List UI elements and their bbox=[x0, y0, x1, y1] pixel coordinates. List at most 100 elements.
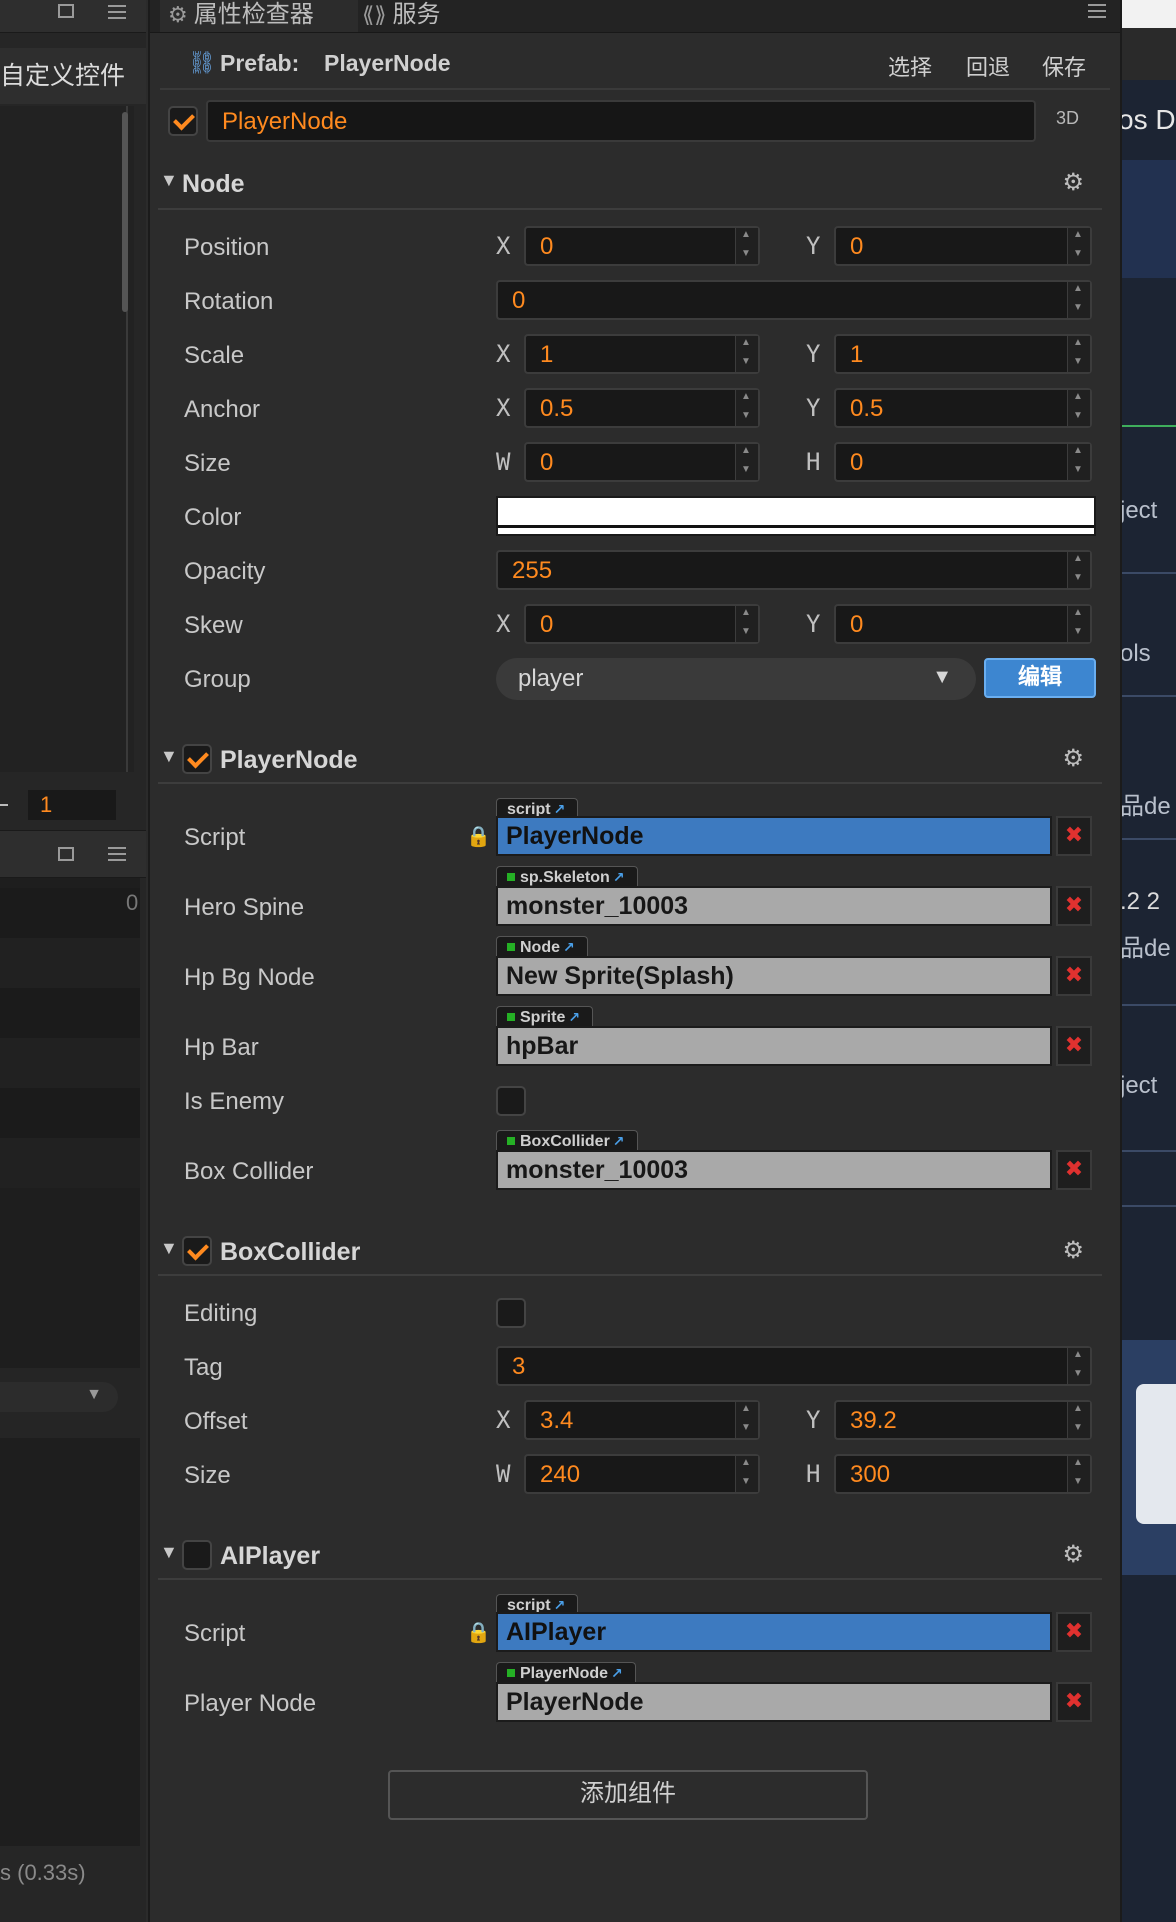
rotation-input[interactable]: 0 bbox=[496, 280, 1092, 320]
script-field[interactable]: PlayerNode bbox=[496, 816, 1052, 856]
scale-y-input[interactable]: 1 bbox=[834, 334, 1092, 374]
list-item[interactable] bbox=[0, 1088, 140, 1138]
external-link-icon[interactable]: ↗ bbox=[554, 1597, 566, 1613]
spinner[interactable] bbox=[1067, 282, 1090, 318]
prefab-revert-button[interactable]: 回退 bbox=[966, 50, 1010, 82]
remove-button[interactable]: ✖ bbox=[1056, 1026, 1092, 1066]
tag-input[interactable]: 3 bbox=[496, 1346, 1092, 1386]
3d-toggle[interactable]: 3D bbox=[1056, 108, 1079, 129]
window-icon[interactable] bbox=[58, 847, 74, 861]
menu-icon[interactable] bbox=[1088, 4, 1106, 18]
collapse-triangle-icon[interactable]: ▼ bbox=[160, 746, 178, 767]
spinner[interactable] bbox=[735, 390, 758, 426]
anchor-y-input[interactable]: 0.5 bbox=[834, 388, 1092, 428]
spinner[interactable] bbox=[1067, 228, 1090, 264]
remove-button[interactable]: ✖ bbox=[1056, 1150, 1092, 1190]
playernode-section-header[interactable]: ▼ PlayerNode ⚙ bbox=[160, 744, 1094, 786]
node-name-input[interactable]: PlayerNode bbox=[206, 100, 1036, 142]
spinner[interactable] bbox=[1067, 390, 1090, 426]
tab-inspector[interactable]: ⚙ 属性检查器 bbox=[160, 0, 358, 32]
spinner[interactable] bbox=[735, 444, 758, 480]
list-item[interactable] bbox=[0, 888, 140, 938]
menu-icon[interactable] bbox=[108, 5, 126, 19]
spinner[interactable] bbox=[735, 336, 758, 372]
left-dropdown[interactable]: ▼ bbox=[0, 1382, 118, 1412]
time-label: s (0.33s) bbox=[0, 1860, 86, 1885]
hp-bar-field[interactable]: hpBar bbox=[496, 1026, 1052, 1066]
gear-icon[interactable]: ⚙ bbox=[1062, 744, 1084, 773]
remove-button[interactable]: ✖ bbox=[1056, 886, 1092, 926]
opacity-input[interactable]: 255 bbox=[496, 550, 1092, 590]
remove-button[interactable]: ✖ bbox=[1056, 816, 1092, 856]
anchor-x-input[interactable]: 0.5 bbox=[524, 388, 760, 428]
boxcollider-section-header[interactable]: ▼ BoxCollider ⚙ bbox=[160, 1236, 1094, 1278]
prefab-select-button[interactable]: 选择 bbox=[888, 50, 932, 82]
prefab-save-button[interactable]: 保存 bbox=[1042, 50, 1086, 82]
aiplayer-enable-checkbox[interactable] bbox=[182, 1540, 212, 1570]
offset-x-input[interactable]: 3.4 bbox=[524, 1400, 760, 1440]
external-link-icon[interactable]: ↗ bbox=[563, 939, 575, 955]
group-select[interactable]: player ▼ bbox=[496, 658, 976, 700]
playernode-enable-checkbox[interactable] bbox=[182, 744, 212, 774]
external-link-icon[interactable]: ↗ bbox=[568, 1009, 580, 1025]
spinner[interactable] bbox=[735, 1456, 758, 1492]
size-h-input[interactable]: 0 bbox=[834, 442, 1092, 482]
group-edit-button[interactable]: 编辑 bbox=[984, 658, 1096, 698]
aiplayer-section-header[interactable]: ▼ AIPlayer ⚙ bbox=[160, 1540, 1094, 1582]
list-item[interactable] bbox=[0, 988, 140, 1038]
collider-size-h-input[interactable]: 300 bbox=[834, 1454, 1092, 1494]
list-item[interactable] bbox=[0, 1038, 140, 1088]
scale-x-input[interactable]: 1 bbox=[524, 334, 760, 374]
remove-button[interactable]: ✖ bbox=[1056, 1682, 1092, 1722]
position-x-input[interactable]: 0 bbox=[524, 226, 760, 266]
gear-icon[interactable]: ⚙ bbox=[1062, 168, 1084, 197]
collider-size-w-input[interactable]: 240 bbox=[524, 1454, 760, 1494]
value-field[interactable]: 1 bbox=[28, 790, 116, 820]
box-collider-field[interactable]: monster_10003 bbox=[496, 1150, 1052, 1190]
player-node-field[interactable]: PlayerNode bbox=[496, 1682, 1052, 1722]
spinner[interactable] bbox=[1067, 1456, 1090, 1492]
skew-y-input[interactable]: 0 bbox=[834, 604, 1092, 644]
spinner[interactable] bbox=[1067, 552, 1090, 588]
remove-button[interactable]: ✖ bbox=[1056, 1612, 1092, 1652]
external-link-icon[interactable]: ↗ bbox=[611, 1665, 623, 1681]
size-w-input[interactable]: 0 bbox=[524, 442, 760, 482]
tab-service[interactable]: ⟪⟫ 服务 bbox=[362, 0, 502, 32]
external-link-icon[interactable]: ↗ bbox=[613, 869, 625, 885]
node-active-checkbox[interactable] bbox=[168, 106, 198, 136]
spinner[interactable] bbox=[1067, 1348, 1090, 1384]
add-component-button[interactable]: 添加组件 bbox=[388, 1770, 868, 1820]
spinner[interactable] bbox=[1067, 444, 1090, 480]
external-link-icon[interactable]: ↗ bbox=[613, 1133, 625, 1149]
position-y-input[interactable]: 0 bbox=[834, 226, 1092, 266]
custom-widget-label[interactable]: 自定义控件 bbox=[0, 48, 146, 104]
spinner[interactable] bbox=[1067, 1402, 1090, 1438]
collapse-triangle-icon[interactable]: ▼ bbox=[160, 1238, 178, 1259]
spinner[interactable] bbox=[735, 1402, 758, 1438]
scrollbar[interactable] bbox=[122, 112, 128, 312]
external-link-icon[interactable]: ↗ bbox=[554, 801, 566, 817]
remove-button[interactable]: ✖ bbox=[1056, 956, 1092, 996]
hero-spine-field[interactable]: monster_10003 bbox=[496, 886, 1052, 926]
spinner[interactable] bbox=[1067, 606, 1090, 642]
spinner[interactable] bbox=[735, 606, 758, 642]
gear-icon[interactable]: ⚙ bbox=[1062, 1236, 1084, 1265]
list-item[interactable] bbox=[0, 938, 140, 988]
script-field[interactable]: AIPlayer bbox=[496, 1612, 1052, 1652]
spinner[interactable] bbox=[735, 228, 758, 264]
collapse-triangle-icon[interactable]: ▼ bbox=[160, 170, 178, 191]
spinner[interactable] bbox=[1067, 336, 1090, 372]
list-item[interactable] bbox=[0, 1138, 140, 1188]
offset-y-input[interactable]: 39.2 bbox=[834, 1400, 1092, 1440]
editing-checkbox[interactable] bbox=[496, 1298, 526, 1328]
is-enemy-checkbox[interactable] bbox=[496, 1086, 526, 1116]
boxcollider-enable-checkbox[interactable] bbox=[182, 1236, 212, 1266]
menu-icon[interactable] bbox=[108, 847, 126, 861]
collapse-triangle-icon[interactable]: ▼ bbox=[160, 1542, 178, 1563]
window-icon[interactable] bbox=[58, 4, 74, 18]
gear-icon[interactable]: ⚙ bbox=[1062, 1540, 1084, 1569]
node-section-header[interactable]: ▼ Node ⚙ bbox=[160, 168, 1094, 210]
hp-bg-node-field[interactable]: New Sprite(Splash) bbox=[496, 956, 1052, 996]
skew-x-input[interactable]: 0 bbox=[524, 604, 760, 644]
color-swatch[interactable] bbox=[496, 496, 1096, 536]
